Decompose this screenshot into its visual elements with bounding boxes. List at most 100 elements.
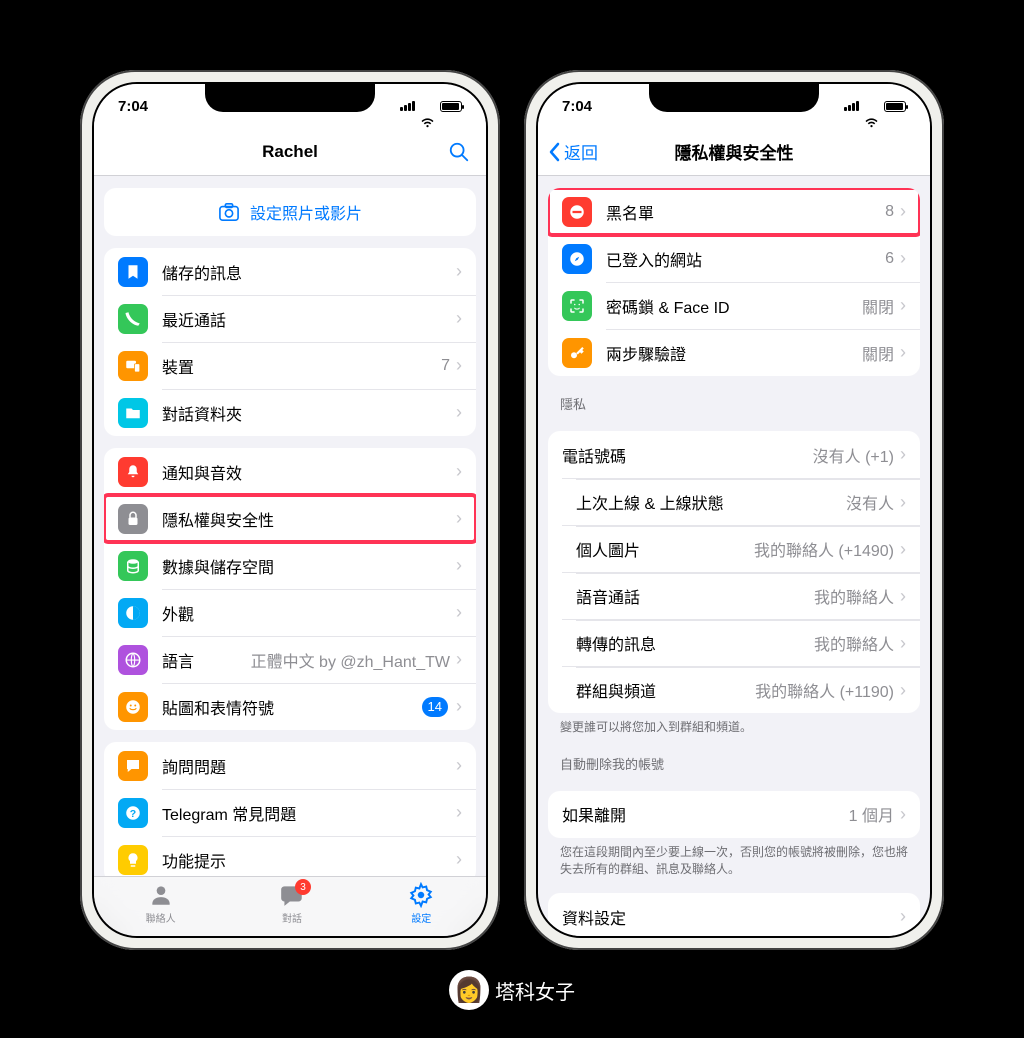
list-item[interactable]: 數據與儲存空間› <box>104 542 476 589</box>
wifi-icon <box>420 100 435 112</box>
battery-icon <box>440 101 462 112</box>
list-item[interactable]: 對話資料夾› <box>104 389 476 436</box>
list-item[interactable]: 裝置7› <box>104 342 476 389</box>
help-icon: ? <box>118 798 148 828</box>
chevron-right-icon: › <box>456 402 462 423</box>
row-label: 外觀 <box>162 601 456 625</box>
row-value: 1 個月 <box>849 802 894 826</box>
watermark-text: 塔科女子 <box>495 976 575 1005</box>
devices-icon <box>118 351 148 381</box>
settings-content[interactable]: 設定照片或影片 儲存的訊息›最近通話›裝置7›對話資料夾› 通知與音效›隱私權與… <box>94 176 486 876</box>
row-value: 正體中文 by @zh_Hant_TW <box>251 648 450 672</box>
notch <box>649 84 819 112</box>
list-item[interactable]: 最近通話› <box>104 295 476 342</box>
list-item[interactable]: 語言正體中文 by @zh_Hant_TW› <box>104 636 476 683</box>
globe-icon <box>118 645 148 675</box>
chevron-right-icon: › <box>456 308 462 329</box>
list-item[interactable]: 上次上線 & 上線狀態沒有人› <box>562 478 920 525</box>
row-label: 轉傳的訊息 <box>576 631 814 655</box>
list-item[interactable]: 電話號碼沒有人 (+1)› <box>548 431 920 478</box>
back-button[interactable]: 返回 <box>548 139 598 164</box>
list-item[interactable]: 語音通話我的聯絡人› <box>562 572 920 619</box>
list-item[interactable]: 外觀› <box>104 589 476 636</box>
row-value: 6 <box>885 250 894 268</box>
list-item[interactable]: 功能提示› <box>104 836 476 876</box>
row-label: 群組與頻道 <box>576 678 755 702</box>
tab-label: 對話 <box>282 910 302 925</box>
list-item[interactable]: 通知與音效› <box>104 448 476 495</box>
chat-icon <box>118 751 148 781</box>
svg-text:?: ? <box>130 807 136 819</box>
nav-bar: Rachel <box>94 128 486 176</box>
bulb-icon <box>118 845 148 875</box>
page-title: Rachel <box>262 142 318 162</box>
chevron-right-icon: › <box>900 295 906 316</box>
chevron-right-icon: › <box>900 906 906 927</box>
list-item[interactable]: 轉傳的訊息我的聯絡人› <box>562 619 920 666</box>
row-label: 儲存的訊息 <box>162 260 456 284</box>
back-label: 返回 <box>564 139 598 164</box>
sticker-icon <box>118 692 148 722</box>
row-value: 沒有人 (+1) <box>813 443 894 467</box>
data-icon <box>118 551 148 581</box>
list-item[interactable]: 隱私權與安全性› <box>104 495 476 542</box>
chevron-right-icon: › <box>456 696 462 717</box>
row-value: 我的聯絡人 (+1190) <box>755 678 894 702</box>
settings-group-2: 通知與音效›隱私權與安全性›數據與儲存空間›外觀›語言正體中文 by @zh_H… <box>104 448 476 730</box>
gear-icon <box>408 882 434 908</box>
watermark: 👩 塔科女子 <box>449 970 575 1010</box>
set-photo-button[interactable]: 設定照片或影片 <box>104 188 476 236</box>
chevron-right-icon: › <box>900 586 906 607</box>
row-label: 語言 <box>162 648 251 672</box>
list-item[interactable]: 儲存的訊息› <box>104 248 476 295</box>
phone-left: 7:04 Rachel 設定照片或影片 儲存的訊息›最近通話›裝置7›對 <box>80 70 500 950</box>
data-group: 資料設定› <box>548 893 920 936</box>
chevron-right-icon: › <box>900 680 906 701</box>
chevron-right-icon: › <box>900 539 906 560</box>
tab-label: 聯絡人 <box>146 910 176 925</box>
search-button[interactable] <box>448 141 470 163</box>
row-value: 沒有人 <box>846 490 894 514</box>
row-label: 隱私權與安全性 <box>162 507 456 531</box>
row-label: 已登入的網站 <box>606 247 885 271</box>
list-item[interactable]: 詢問問題› <box>104 742 476 789</box>
list-item[interactable]: ?Telegram 常見問題› <box>104 789 476 836</box>
row-label: 電話號碼 <box>562 443 813 467</box>
row-value: 7 <box>441 357 450 375</box>
list-item[interactable]: 如果離開1 個月› <box>548 791 920 838</box>
row-value: 我的聯絡人 (+1490) <box>754 537 894 561</box>
set-photo-label: 設定照片或影片 <box>250 200 362 224</box>
bell-icon <box>118 457 148 487</box>
row-label: 詢問問題 <box>162 754 456 778</box>
row-label: 最近通話 <box>162 307 456 331</box>
chevron-right-icon: › <box>456 555 462 576</box>
row-label: 裝置 <box>162 354 441 378</box>
block-icon <box>562 197 592 227</box>
phone-right: 7:04 返回 隱私權與安全性 黑名單8›已登入的網站6›密碼鎖 & Face … <box>524 70 944 950</box>
chevron-right-icon: › <box>456 802 462 823</box>
row-value: 我的聯絡人 <box>814 631 894 655</box>
list-item[interactable]: 兩步驟驗證關閉› <box>548 329 920 376</box>
list-item[interactable]: 黑名單8› <box>548 188 920 235</box>
row-label: 功能提示 <box>162 848 456 872</box>
privacy-content[interactable]: 黑名單8›已登入的網站6›密碼鎖 & Face ID關閉›兩步驟驗證關閉› 隱私… <box>538 176 930 936</box>
chevron-right-icon: › <box>456 849 462 870</box>
delete-header: 自動刪除我的帳號 <box>538 736 930 779</box>
tab-contacts[interactable]: 聯絡人 <box>146 882 176 925</box>
tab-chats[interactable]: 3 對話 <box>279 882 305 925</box>
list-item[interactable]: 已登入的網站6 › <box>548 235 920 282</box>
status-time: 7:04 <box>118 98 148 115</box>
list-item[interactable]: 密碼鎖 & Face ID關閉› <box>548 282 920 329</box>
chevron-right-icon: › <box>900 248 906 269</box>
list-item[interactable]: 群組與頻道我的聯絡人 (+1190) › <box>562 666 920 713</box>
row-badge: 14 <box>422 697 448 717</box>
nav-bar: 返回 隱私權與安全性 <box>538 128 930 176</box>
tab-settings[interactable]: 設定 <box>408 882 434 925</box>
appearance-icon <box>118 598 148 628</box>
list-item[interactable]: 貼圖和表情符號14› <box>104 683 476 730</box>
list-item[interactable]: 資料設定› <box>548 893 920 936</box>
chevron-right-icon: › <box>456 261 462 282</box>
wifi-icon <box>864 100 879 112</box>
chevron-right-icon: › <box>456 508 462 529</box>
list-item[interactable]: 個人圖片我的聯絡人 (+1490)› <box>562 525 920 572</box>
